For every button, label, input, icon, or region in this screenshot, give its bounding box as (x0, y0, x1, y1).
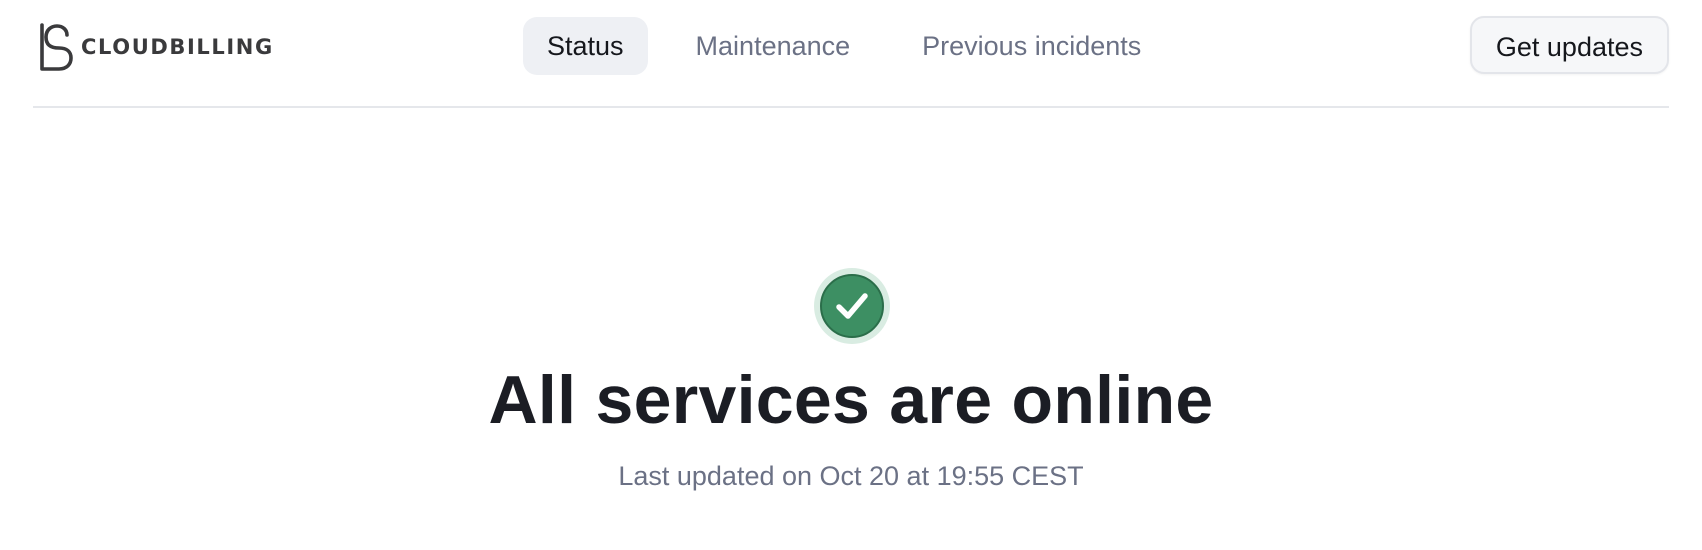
get-updates-button[interactable]: Get updates (1469, 16, 1669, 74)
brand-name: CLOUDBILLING (81, 35, 274, 59)
top-header: CLOUDBILLING Status Maintenance Previous… (33, 0, 1669, 108)
main-nav: Status Maintenance Previous incidents (523, 17, 1189, 75)
cloudbilling-logo-icon (40, 23, 73, 71)
nav-tab-previous-incidents[interactable]: Previous incidents (898, 17, 1165, 75)
status-headline: All services are online (488, 362, 1214, 438)
status-page: CLOUDBILLING Status Maintenance Previous… (0, 0, 1702, 550)
brand-logo[interactable]: CLOUDBILLING (37, 22, 274, 72)
last-updated-text: Last updated on Oct 20 at 19:55 CEST (618, 461, 1084, 491)
check-circle-icon (814, 268, 890, 344)
nav-tab-maintenance[interactable]: Maintenance (672, 17, 875, 75)
nav-tab-status[interactable]: Status (523, 17, 648, 75)
